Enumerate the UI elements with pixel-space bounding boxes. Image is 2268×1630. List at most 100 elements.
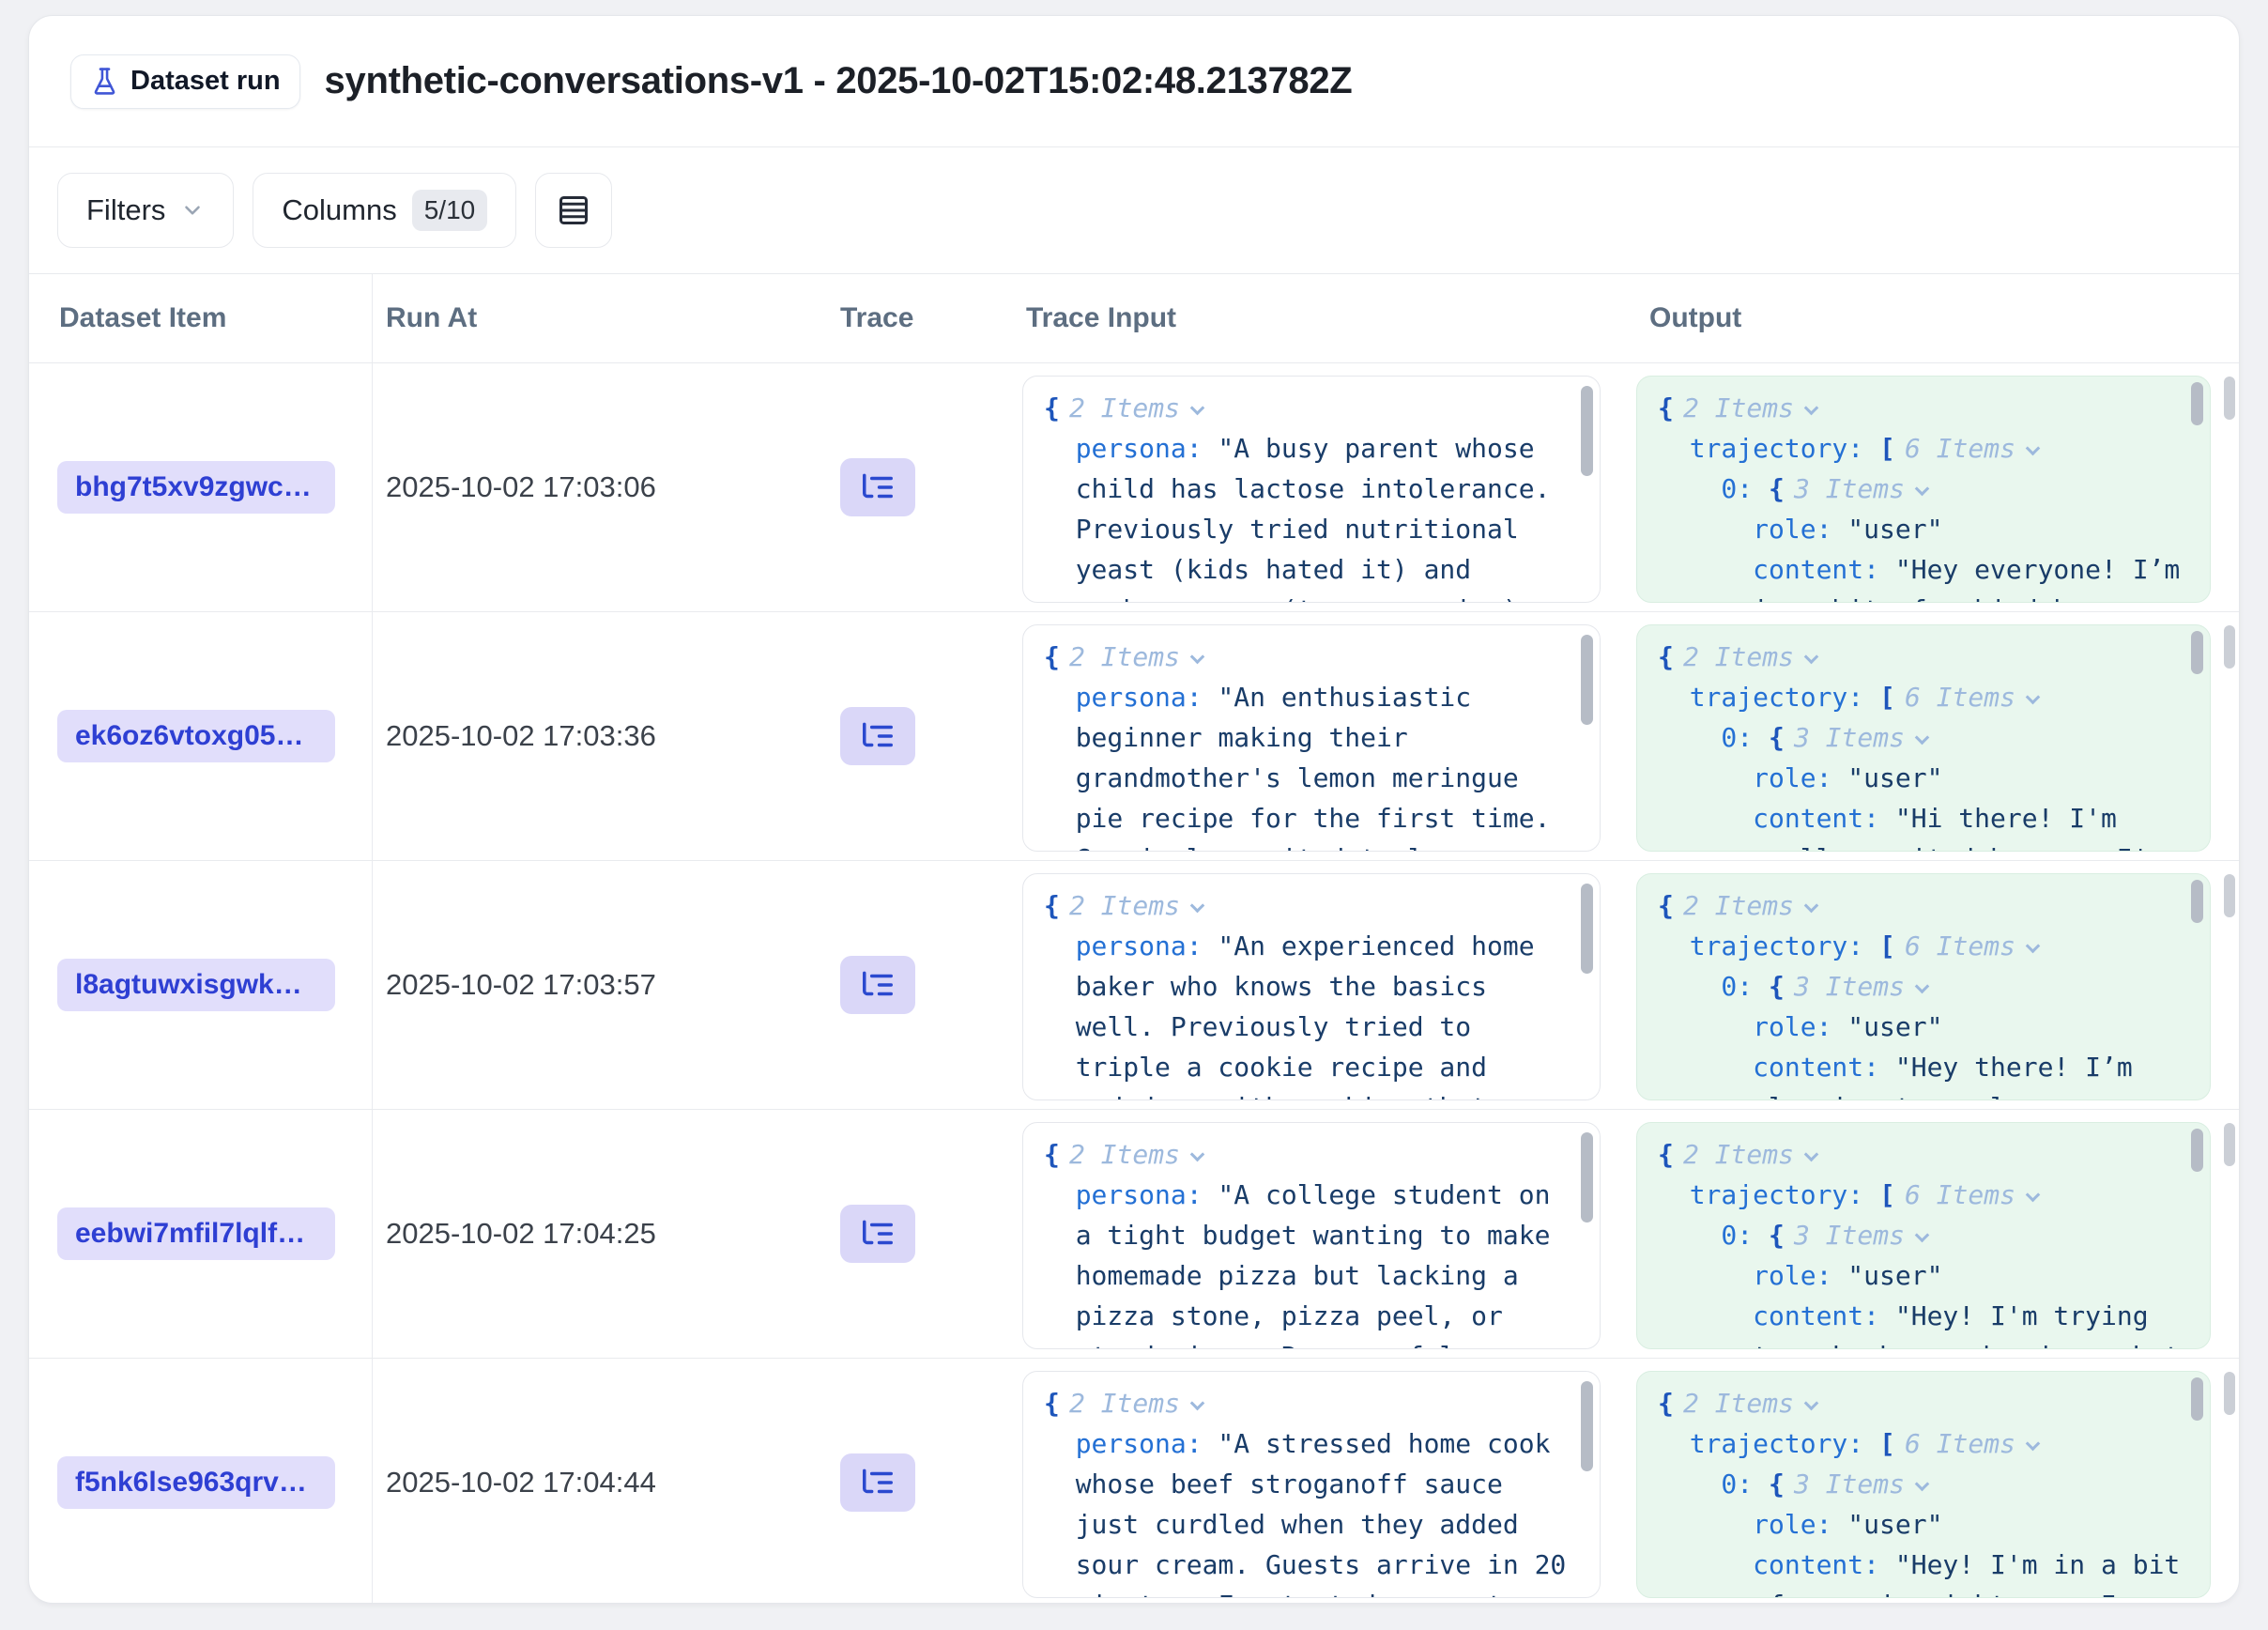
collapse-chevron-icon[interactable] xyxy=(2026,939,2041,954)
collapse-chevron-icon[interactable] xyxy=(1190,650,1205,665)
list-tree-icon xyxy=(860,718,896,754)
collapse-chevron-icon[interactable] xyxy=(1804,1147,1819,1162)
scrollbar-thumb[interactable] xyxy=(2191,1129,2203,1172)
scrollbar-thumb[interactable] xyxy=(1581,386,1593,476)
scrollbar-thumb[interactable] xyxy=(1581,884,1593,974)
collapse-chevron-icon[interactable] xyxy=(1190,401,1205,416)
role-key: role: xyxy=(1753,1509,1847,1540)
output-json[interactable]: {2 Items trajectory: [6 Items 0: {3 Item… xyxy=(1636,1371,2211,1598)
content-key: content: xyxy=(1753,803,1895,834)
items-count: 2 Items xyxy=(1683,1388,1794,1419)
json-persona-line: persona: "An enthusiastic beginner makin… xyxy=(1044,677,1571,852)
json-index-line: 0: {3 Items xyxy=(1658,1215,2182,1255)
collapse-chevron-icon[interactable] xyxy=(1804,1396,1819,1411)
persona-key: persona: xyxy=(1076,1179,1218,1210)
persona-key: persona: xyxy=(1076,682,1218,713)
run-at-cell: 2025-10-02 17:03:36 xyxy=(373,612,805,860)
content-key: content: xyxy=(1753,554,1895,585)
table-row: eebwi7mfil7lqlf7r… 2025-10-02 17:04:25 {… xyxy=(29,1110,2239,1359)
json-trajectory-line: trajectory: [6 Items xyxy=(1658,677,2182,717)
dataset-run-card: Dataset run synthetic-conversations-v1 -… xyxy=(28,15,2240,1604)
json-root-line: {2 Items xyxy=(1658,637,2182,677)
open-brace: { xyxy=(1769,971,1785,1002)
collapse-chevron-icon[interactable] xyxy=(1915,979,1930,994)
collapse-chevron-icon[interactable] xyxy=(1190,1396,1205,1411)
output-json[interactable]: {2 Items trajectory: [6 Items 0: {3 Item… xyxy=(1636,873,2211,1100)
scrollbar-thumb[interactable] xyxy=(1581,635,1593,725)
collapse-chevron-icon[interactable] xyxy=(2026,1188,2041,1203)
trace-button[interactable] xyxy=(840,956,915,1014)
dataset-item-badge[interactable]: bhg7t5xv9zgwcel… xyxy=(57,461,335,514)
trajectory-key: trajectory: xyxy=(1690,930,1879,961)
scrollbar-thumb[interactable] xyxy=(2191,631,2203,674)
scrollbar-thumb[interactable] xyxy=(2191,382,2203,425)
columns-button[interactable]: Columns 5/10 xyxy=(253,173,516,248)
collapse-chevron-icon[interactable] xyxy=(1915,482,1930,497)
collapse-chevron-icon[interactable] xyxy=(2026,441,2041,456)
json-trajectory-line: trajectory: [6 Items xyxy=(1658,1175,2182,1215)
scrollbar-thumb[interactable] xyxy=(2224,1123,2235,1166)
dataset-run-badge[interactable]: Dataset run xyxy=(70,54,300,109)
collapse-chevron-icon[interactable] xyxy=(2026,690,2041,705)
items-count: 2 Items xyxy=(1683,392,1794,423)
json-persona-line: persona: "An experienced home baker who … xyxy=(1044,926,1571,1100)
json-content-line: content: "Hey! I'm in a bit of a panic r… xyxy=(1658,1545,2182,1598)
dataset-item-badge[interactable]: eebwi7mfil7lqlf7r… xyxy=(57,1207,335,1260)
dataset-item-badge[interactable]: l8agtuwxisgwk45… xyxy=(57,959,335,1011)
json-role-line: role: "user" xyxy=(1658,509,2182,549)
json-content-line: content: "Hey! I'm trying to make homema… xyxy=(1658,1296,2182,1349)
rows-icon xyxy=(557,193,590,227)
collapse-chevron-icon[interactable] xyxy=(1804,899,1819,914)
collapse-chevron-icon[interactable] xyxy=(1190,1147,1205,1162)
collapse-chevron-icon[interactable] xyxy=(2026,1437,2041,1452)
collapse-chevron-icon[interactable] xyxy=(1804,401,1819,416)
trace-button[interactable] xyxy=(840,1205,915,1263)
content-key: content: xyxy=(1753,1549,1895,1580)
trace-input-json[interactable]: {2 Items persona: "An experienced home b… xyxy=(1022,873,1601,1100)
dataset-run-badge-label: Dataset run xyxy=(130,66,281,97)
json-persona-line: persona: "A busy parent whose child has … xyxy=(1044,428,1571,603)
collapse-chevron-icon[interactable] xyxy=(1915,1228,1930,1243)
table-row: ek6oz6vtoxg055b… 2025-10-02 17:03:36 {2 … xyxy=(29,612,2239,861)
scrollbar-thumb[interactable] xyxy=(2224,1372,2235,1415)
items-count: 6 Items xyxy=(1905,1428,2015,1459)
collapse-chevron-icon[interactable] xyxy=(1804,650,1819,665)
trace-button[interactable] xyxy=(840,458,915,516)
collapse-chevron-icon[interactable] xyxy=(1915,1477,1930,1492)
flask-icon xyxy=(90,67,119,96)
role-key: role: xyxy=(1753,1260,1847,1291)
json-root-line: {2 Items xyxy=(1044,637,1571,677)
trace-input-json[interactable]: {2 Items persona: "A stressed home cook … xyxy=(1022,1371,1601,1598)
scrollbar-thumb[interactable] xyxy=(1581,1381,1593,1471)
scrollbar-thumb[interactable] xyxy=(2224,377,2235,420)
trace-input-json[interactable]: {2 Items persona: "A college student on … xyxy=(1022,1122,1601,1349)
row-height-button[interactable] xyxy=(535,173,612,248)
json-content-line: content: "Hi there! I'm really excited b… xyxy=(1658,798,2182,852)
scrollbar-thumb[interactable] xyxy=(2191,880,2203,923)
dataset-item-badge[interactable]: ek6oz6vtoxg055b… xyxy=(57,710,335,762)
scrollbar-thumb[interactable] xyxy=(1581,1132,1593,1222)
filters-label: Filters xyxy=(86,193,165,227)
collapse-chevron-icon[interactable] xyxy=(1915,730,1930,746)
column-header-trace-input: Trace Input xyxy=(983,302,1623,334)
scrollbar-thumb[interactable] xyxy=(2224,625,2235,669)
trace-input-json[interactable]: {2 Items persona: "An enthusiastic begin… xyxy=(1022,624,1601,852)
dataset-item-cell: eebwi7mfil7lqlf7r… xyxy=(29,1110,373,1358)
persona-key: persona: xyxy=(1076,930,1218,961)
dataset-item-badge[interactable]: f5nk6lse963qrvn… xyxy=(57,1456,335,1509)
scrollbar-thumb[interactable] xyxy=(2191,1377,2203,1421)
filters-button[interactable]: Filters xyxy=(57,173,234,248)
open-brace: { xyxy=(1044,890,1060,921)
trace-button[interactable] xyxy=(840,1453,915,1512)
collapse-chevron-icon[interactable] xyxy=(1190,899,1205,914)
scrollbar-thumb[interactable] xyxy=(2224,874,2235,917)
trace-button[interactable] xyxy=(840,707,915,765)
output-json[interactable]: {2 Items trajectory: [6 Items 0: {3 Item… xyxy=(1636,624,2211,852)
persona-key: persona: xyxy=(1076,433,1218,464)
output-json[interactable]: {2 Items trajectory: [6 Items 0: {3 Item… xyxy=(1636,376,2211,603)
column-header-trace: Trace xyxy=(805,302,983,334)
json-root-line: {2 Items xyxy=(1658,388,2182,428)
run-at-value: 2025-10-02 17:04:44 xyxy=(386,1466,656,1499)
trace-input-json[interactable]: {2 Items persona: "A busy parent whose c… xyxy=(1022,376,1601,603)
output-json[interactable]: {2 Items trajectory: [6 Items 0: {3 Item… xyxy=(1636,1122,2211,1349)
